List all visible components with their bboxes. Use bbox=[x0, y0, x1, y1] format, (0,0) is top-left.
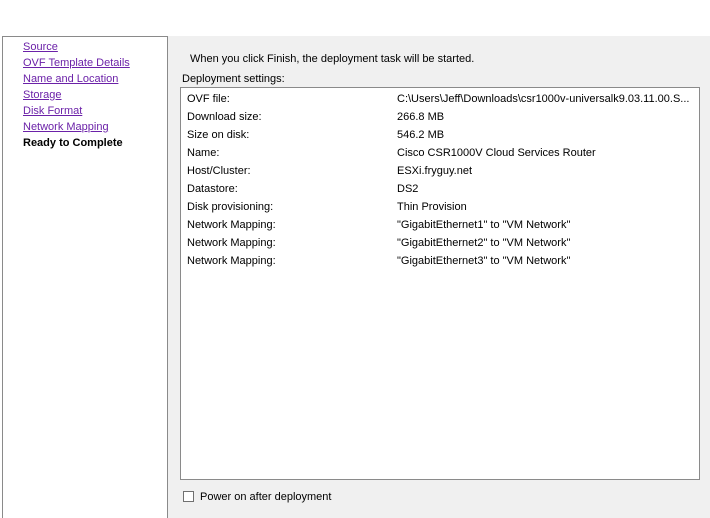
setting-value: "GigabitEthernet1" to "VM Network" bbox=[397, 219, 571, 231]
wizard-step-network-mapping[interactable]: Network Mapping bbox=[23, 119, 130, 135]
wizard-step-link[interactable]: Network Mapping bbox=[23, 121, 109, 133]
setting-key: Name: bbox=[187, 147, 220, 159]
wizard-step-link[interactable]: Disk Format bbox=[23, 105, 82, 117]
power-on-checkbox[interactable] bbox=[183, 491, 194, 502]
setting-value: C:\Users\Jeff\Downloads\csr1000v-univers… bbox=[397, 93, 690, 105]
wizard-steps-panel: Source OVF Template Details Name and Loc… bbox=[2, 36, 168, 518]
setting-key: Size on disk: bbox=[187, 129, 250, 141]
wizard-step-link[interactable]: OVF Template Details bbox=[23, 57, 130, 69]
wizard-step-name-and-location[interactable]: Name and Location bbox=[23, 71, 130, 87]
setting-value: ESXi.fryguy.net bbox=[397, 165, 472, 177]
power-on-label[interactable]: Power on after deployment bbox=[200, 491, 331, 503]
ready-to-complete-page: When you click Finish, the deployment ta… bbox=[168, 36, 710, 518]
wizard-step-link[interactable]: Source bbox=[23, 41, 58, 53]
setting-value: "GigabitEthernet3" to "VM Network" bbox=[397, 255, 571, 267]
setting-value: Cisco CSR1000V Cloud Services Router bbox=[397, 147, 596, 159]
wizard-step-link[interactable]: Name and Location bbox=[23, 73, 118, 85]
setting-key: Network Mapping: bbox=[187, 255, 276, 267]
wizard-steps-list: Source OVF Template Details Name and Loc… bbox=[23, 39, 130, 151]
wizard-step-ready-to-complete: Ready to Complete bbox=[23, 135, 130, 151]
setting-key: Download size: bbox=[187, 111, 262, 123]
top-band bbox=[0, 0, 710, 36]
intro-text: When you click Finish, the deployment ta… bbox=[190, 53, 475, 65]
setting-key: Network Mapping: bbox=[187, 237, 276, 249]
setting-key: Host/Cluster: bbox=[187, 165, 251, 177]
setting-value: "GigabitEthernet2" to "VM Network" bbox=[397, 237, 571, 249]
wizard-step-source[interactable]: Source bbox=[23, 39, 130, 55]
wizard-step-storage[interactable]: Storage bbox=[23, 87, 130, 103]
setting-key: Disk provisioning: bbox=[187, 201, 274, 213]
setting-value: 546.2 MB bbox=[397, 129, 445, 141]
wizard-step-disk-format[interactable]: Disk Format bbox=[23, 103, 130, 119]
setting-value: 266.8 MB bbox=[397, 111, 445, 123]
setting-value: Thin Provision bbox=[397, 201, 467, 213]
wizard-step-current-label: Ready to Complete bbox=[23, 137, 123, 149]
setting-key: Datastore: bbox=[187, 183, 238, 195]
setting-key: Network Mapping: bbox=[187, 219, 276, 231]
wizard-step-ovf-template-details[interactable]: OVF Template Details bbox=[23, 55, 130, 71]
setting-value: DS2 bbox=[397, 183, 419, 195]
deployment-settings-list[interactable]: OVF file: C:\Users\Jeff\Downloads\csr100… bbox=[180, 87, 700, 480]
wizard-step-link[interactable]: Storage bbox=[23, 89, 62, 101]
setting-key: OVF file: bbox=[187, 93, 230, 105]
deployment-settings-label: Deployment settings: bbox=[182, 73, 285, 85]
power-on-option[interactable]: Power on after deployment bbox=[183, 490, 331, 504]
